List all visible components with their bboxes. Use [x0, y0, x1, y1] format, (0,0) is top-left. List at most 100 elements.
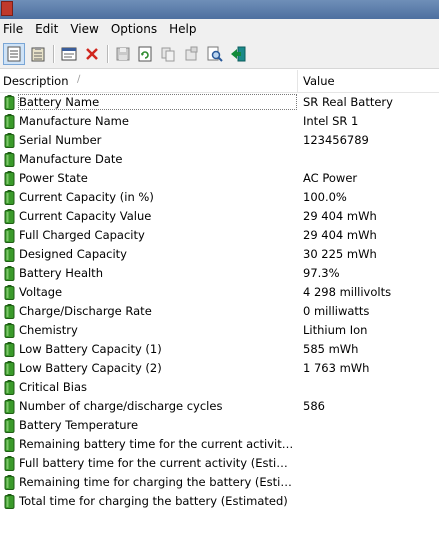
item-description: Chemistry — [19, 323, 78, 337]
properties-dialog-button[interactable] — [180, 43, 202, 65]
column-header-value[interactable]: Value — [303, 74, 335, 88]
battery-icon — [4, 247, 15, 262]
properties-icon — [7, 46, 21, 62]
item-description: Designed Capacity — [19, 247, 127, 261]
exit-button[interactable] — [227, 43, 249, 65]
toolbar — [0, 40, 439, 69]
item-description: Total time for charging the battery (Est… — [19, 494, 288, 508]
delete-icon — [86, 48, 98, 60]
save-button[interactable] — [112, 43, 134, 65]
battery-icon — [4, 361, 15, 376]
list-item[interactable]: Designed Capacity 30 225 mWh — [0, 245, 439, 264]
list-item[interactable]: Remaining time for charging the battery … — [0, 473, 439, 492]
item-description: Low Battery Capacity (2) — [19, 361, 162, 375]
toolbar-separator — [53, 45, 55, 63]
column-divider[interactable] — [297, 70, 298, 92]
item-description: Battery Name — [18, 94, 297, 110]
list-item[interactable]: Current Capacity Value 29 404 mWh — [0, 207, 439, 226]
list-header: Description ∕ Value — [0, 70, 439, 93]
properties-button[interactable] — [3, 43, 25, 65]
find-icon — [207, 46, 223, 62]
refresh-icon — [138, 46, 152, 62]
list-item[interactable]: Full battery time for the current activi… — [0, 454, 439, 473]
menu-options[interactable]: Options — [108, 19, 164, 40]
item-value: 4 298 millivolts — [303, 285, 392, 299]
list-item[interactable]: Battery Health 97.3% — [0, 264, 439, 283]
refresh-button[interactable] — [134, 43, 156, 65]
item-value: 29 404 mWh — [303, 209, 377, 223]
html-report-button[interactable] — [58, 43, 80, 65]
item-description: Battery Health — [19, 266, 103, 280]
item-value: 29 404 mWh — [303, 228, 377, 242]
battery-icon — [4, 190, 15, 205]
item-description: Battery Temperature — [19, 418, 139, 432]
app-icon — [1, 1, 13, 16]
list-item[interactable]: Battery Name SR Real Battery — [0, 93, 439, 112]
item-description: Power State — [19, 171, 88, 185]
list-item[interactable]: Low Battery Capacity (1) 585 mWh — [0, 340, 439, 359]
menu-file[interactable]: File — [0, 19, 30, 40]
list-item[interactable]: Power State AC Power — [0, 169, 439, 188]
menu-view[interactable]: View — [67, 19, 105, 40]
battery-icon — [4, 437, 15, 452]
list-item[interactable]: Current Capacity (in %) 100.0% — [0, 188, 439, 207]
menu-bar: File Edit View Options Help — [0, 19, 439, 40]
item-value: Lithium Ion — [303, 323, 368, 337]
item-description: Full Charged Capacity — [19, 228, 145, 242]
toolbar-separator — [107, 45, 109, 63]
save-icon — [116, 47, 130, 61]
save-list-icon — [31, 47, 45, 62]
list-item[interactable]: Critical Bias — [0, 378, 439, 397]
list-item[interactable]: Low Battery Capacity (2) 1 763 mWh — [0, 359, 439, 378]
item-description: Full battery time for the current activi… — [19, 456, 296, 470]
find-button[interactable] — [204, 43, 226, 65]
item-value: 97.3% — [303, 266, 340, 280]
save-list-button[interactable] — [27, 43, 49, 65]
sort-ascending-icon: ∕ — [77, 74, 81, 85]
battery-icon — [4, 456, 15, 471]
item-value: SR Real Battery — [303, 95, 393, 109]
list-item[interactable]: Number of charge/discharge cycles 586 — [0, 397, 439, 416]
item-description: Charge/Discharge Rate — [19, 304, 152, 318]
list-item[interactable]: Charge/Discharge Rate 0 milliwatts — [0, 302, 439, 321]
delete-button[interactable] — [81, 43, 103, 65]
battery-icon — [4, 95, 15, 110]
item-value: 1 763 mWh — [303, 361, 370, 375]
list-item[interactable]: Manufacture Date — [0, 150, 439, 169]
list-item[interactable]: Battery Temperature — [0, 416, 439, 435]
copy-icon — [161, 47, 175, 62]
battery-icon — [4, 494, 15, 509]
list-item[interactable]: Full Charged Capacity 29 404 mWh — [0, 226, 439, 245]
list-item[interactable]: Total time for charging the battery (Est… — [0, 492, 439, 511]
item-description: Low Battery Capacity (1) — [19, 342, 162, 356]
item-description: Number of charge/discharge cycles — [19, 399, 223, 413]
item-description: Critical Bias — [19, 380, 88, 394]
item-value: 0 milliwatts — [303, 304, 370, 318]
list-item[interactable]: Serial Number 123456789 — [0, 131, 439, 150]
item-description: Current Capacity (in %) — [19, 190, 154, 204]
item-value: 585 mWh — [303, 342, 359, 356]
list-item[interactable]: Voltage 4 298 millivolts — [0, 283, 439, 302]
title-bar — [0, 0, 439, 19]
menu-edit[interactable]: Edit — [32, 19, 65, 40]
list-item[interactable]: Remaining battery time for the current a… — [0, 435, 439, 454]
item-description: Remaining battery time for the current a… — [19, 437, 296, 451]
battery-icon — [4, 285, 15, 300]
battery-info-list: Battery Name SR Real Battery Manufacture N… — [0, 93, 439, 511]
battery-icon — [4, 380, 15, 395]
item-value: 586 — [303, 399, 325, 413]
item-value: AC Power — [303, 171, 358, 185]
item-description: Manufacture Name — [19, 114, 129, 128]
list-item[interactable]: Manufacture Name Intel SR 1 — [0, 112, 439, 131]
battery-icon — [4, 171, 15, 186]
battery-icon — [4, 209, 15, 224]
properties-dialog-icon — [185, 46, 198, 61]
item-description: Serial Number — [19, 133, 102, 147]
column-header-description[interactable]: Description — [3, 74, 69, 88]
battery-icon — [4, 304, 15, 319]
copy-button[interactable] — [157, 43, 179, 65]
list-item[interactable]: Chemistry Lithium Ion — [0, 321, 439, 340]
item-value: 123456789 — [303, 133, 369, 147]
battery-icon — [4, 323, 15, 338]
menu-help[interactable]: Help — [166, 19, 203, 40]
